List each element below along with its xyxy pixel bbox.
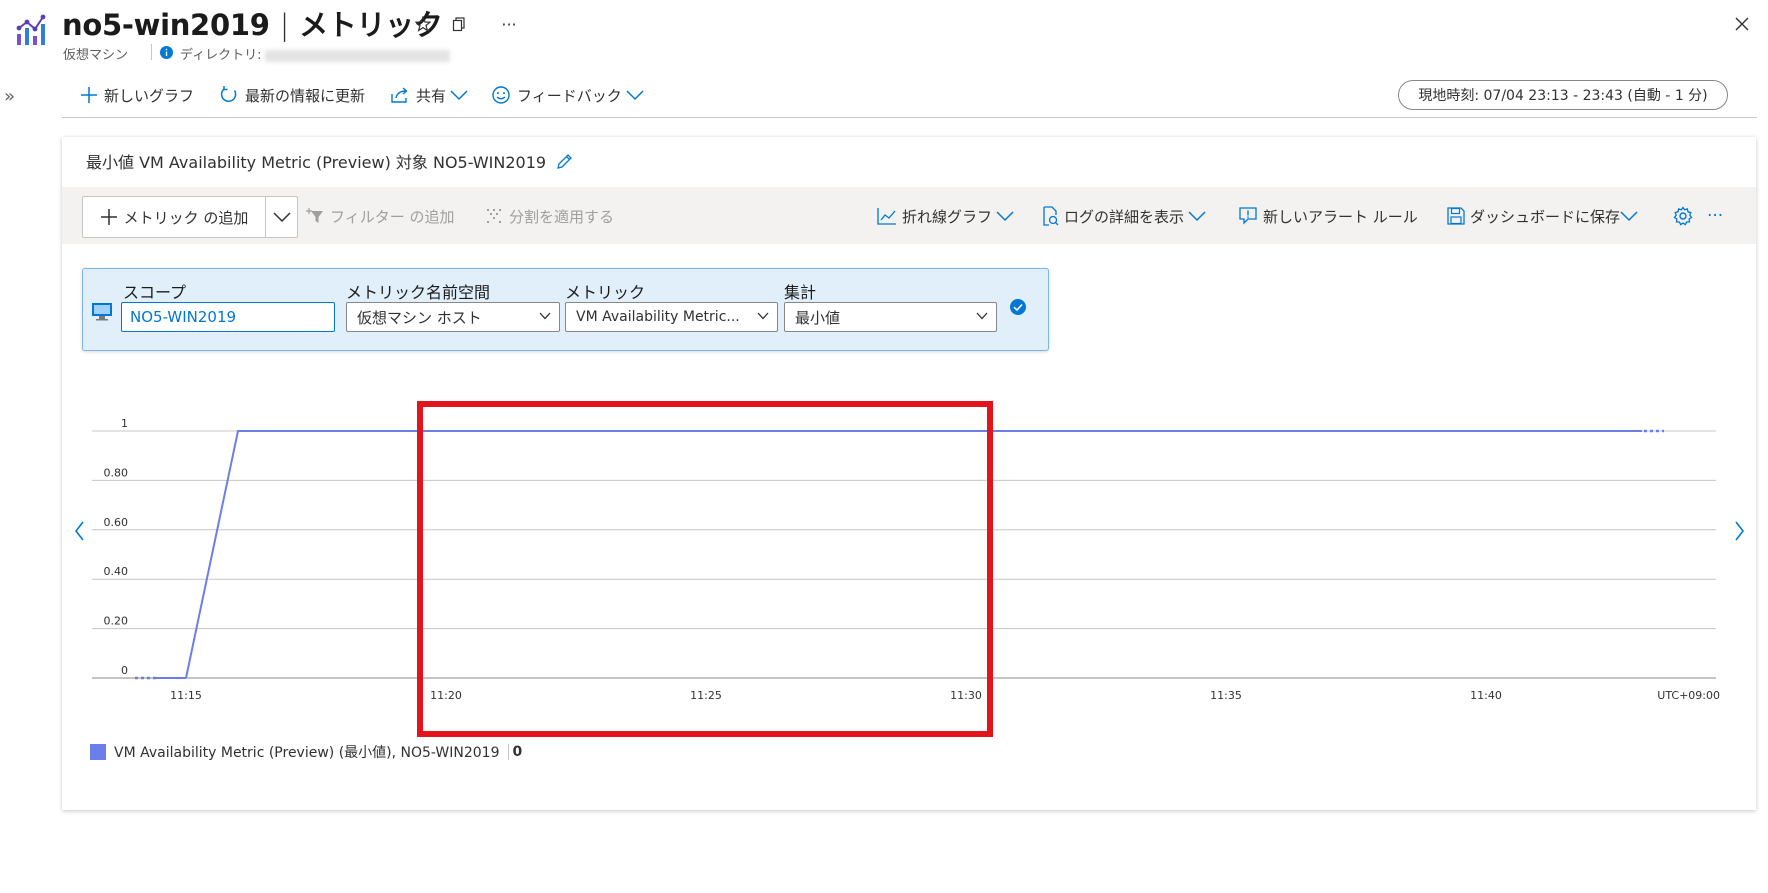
metric-value: VM Availability Metric... xyxy=(576,309,740,325)
close-icon[interactable] xyxy=(1728,10,1756,38)
chart-settings-gear-icon[interactable] xyxy=(1673,204,1693,228)
chevron-down-icon xyxy=(1620,211,1638,222)
line-chart-label: 折れ線グラフ xyxy=(902,207,993,226)
chevron-down-icon xyxy=(626,90,644,101)
aggregation-label: 集計 xyxy=(784,283,817,302)
apply-split-button[interactable]: 分割を適用する xyxy=(485,204,614,228)
save-to-dashboard-button[interactable]: ダッシュボードに保存 xyxy=(1447,204,1638,228)
edit-pencil-icon xyxy=(557,154,573,169)
refresh-label: 最新の情報に更新 xyxy=(245,86,366,105)
chart-title[interactable]: 最小値 VM Availability Metric (Preview) 対象 … xyxy=(86,149,573,173)
favorite-star-icon[interactable] xyxy=(409,10,437,38)
metrics-logo-icon xyxy=(16,14,46,50)
refresh-button[interactable]: 最新の情報に更新 xyxy=(219,83,365,107)
split-icon xyxy=(487,209,501,223)
plus-icon xyxy=(100,209,117,225)
plus-icon xyxy=(81,87,97,103)
feedback-label: フィードバック xyxy=(517,86,622,105)
show-logs-button[interactable]: ログの詳細を表示 xyxy=(1041,204,1206,228)
refresh-icon xyxy=(220,86,237,103)
apply-split-label: 分割を適用する xyxy=(509,207,615,226)
aggregation-dropdown[interactable]: 最小値 xyxy=(784,302,997,332)
add-filter-button[interactable]: フィルター の追加 xyxy=(306,204,454,228)
namespace-dropdown[interactable]: 仮想マシン ホスト xyxy=(346,302,560,332)
new-alert-rule-button[interactable]: 新しいアラート ルール xyxy=(1238,204,1418,228)
alert-icon xyxy=(1239,207,1257,225)
resource-name: no5-win2019 xyxy=(62,8,270,42)
chevron-down-icon xyxy=(272,212,291,223)
resource-type: 仮想マシン xyxy=(63,48,129,63)
share-icon xyxy=(391,87,408,103)
confirm-check-icon[interactable] xyxy=(1010,299,1026,319)
metric-dropdown[interactable]: VM Availability Metric... xyxy=(565,302,778,332)
directory-info: ディレクトリ: xyxy=(180,44,451,63)
logs-icon xyxy=(1043,206,1059,226)
save-to-dashboard-label: ダッシュボードに保存 xyxy=(1470,207,1621,226)
chevron-down-icon xyxy=(450,90,468,101)
chart-more-options-icon[interactable]: ··· xyxy=(1707,204,1723,228)
new-chart-label: 新しいグラフ xyxy=(104,86,195,105)
chevron-down-icon xyxy=(996,211,1014,222)
feedback-button[interactable]: フィードバック xyxy=(491,83,650,107)
new-chart-button[interactable]: 新しいグラフ xyxy=(80,83,194,107)
commandbar-divider xyxy=(62,117,1757,118)
add-filter-label: フィルター の追加 xyxy=(330,207,455,226)
filter-icon xyxy=(306,208,323,223)
metric-label: メトリック xyxy=(565,283,646,302)
legend-series-value: 0 xyxy=(507,744,522,760)
namespace-label: メトリック名前空間 xyxy=(346,283,491,302)
chart-title-text: 最小値 VM Availability Metric (Preview) 対象 … xyxy=(86,153,547,172)
highlight-annotation-box xyxy=(417,401,993,737)
directory-label: ディレクトリ: xyxy=(180,48,262,63)
add-metric-split-button: メトリック の追加 xyxy=(82,196,298,238)
new-alert-rule-label: 新しいアラート ルール xyxy=(1263,207,1418,226)
namespace-value: 仮想マシン ホスト xyxy=(357,308,482,327)
legend-series-label: VM Availability Metric (Preview) (最小値), … xyxy=(114,745,500,761)
copy-icon[interactable] xyxy=(445,10,473,38)
share-label: 共有 xyxy=(416,86,447,105)
smiley-icon xyxy=(492,86,510,104)
directory-value-redacted xyxy=(265,49,451,62)
chevron-down-icon xyxy=(1188,211,1206,222)
add-metric-button[interactable]: メトリック の追加 xyxy=(83,197,265,237)
scope-input[interactable] xyxy=(121,302,335,332)
share-button[interactable]: 共有 xyxy=(390,83,474,107)
subtitle-divider xyxy=(151,44,152,60)
line-chart-type-button[interactable]: 折れ線グラフ xyxy=(877,204,1014,228)
show-logs-label: ログの詳細を表示 xyxy=(1064,207,1185,226)
line-chart-icon xyxy=(877,208,896,225)
scope-label: スコープ xyxy=(123,283,187,302)
more-options-icon[interactable]: ··· xyxy=(495,10,523,38)
save-icon xyxy=(1447,207,1465,225)
chart-legend[interactable]: VM Availability Metric (Preview) (最小値), … xyxy=(90,742,522,762)
time-range-picker[interactable]: 現地時刻: 07/04 23:13 - 23:43 (自動 - 1 分) xyxy=(1398,80,1728,110)
title-separator: | xyxy=(279,8,290,42)
add-metric-label: メトリック の追加 xyxy=(123,208,249,227)
vm-monitor-icon xyxy=(91,301,113,325)
time-range-label: 現地時刻: 07/04 23:13 - 23:43 (自動 - 1 分) xyxy=(1418,88,1708,104)
add-metric-dropdown[interactable] xyxy=(266,197,297,237)
expand-sidebar-icon[interactable]: » xyxy=(4,86,15,107)
chevron-down-icon xyxy=(976,312,988,320)
aggregation-value: 最小値 xyxy=(795,308,841,327)
page-title: no5-win2019 | メトリック xyxy=(62,2,443,44)
chevron-down-icon xyxy=(757,312,769,320)
chevron-down-icon xyxy=(539,312,551,320)
info-icon xyxy=(160,44,173,63)
legend-swatch xyxy=(90,744,106,760)
